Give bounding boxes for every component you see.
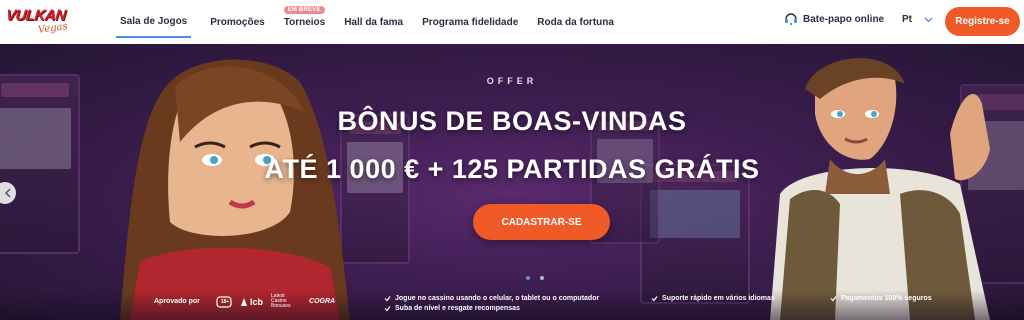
approved-by-label: Aprovado por: [154, 298, 200, 305]
check-icon: [830, 296, 837, 302]
nav-item-tournaments[interactable]: EM BREVE Torneios: [283, 0, 326, 44]
partner-logo-18plus: 18+: [216, 295, 232, 308]
language-selector[interactable]: Pt: [902, 14, 933, 25]
feature-item: Suba de nível e resgate recompensas: [384, 305, 520, 312]
nav-item-label: Roda da fortuna: [537, 16, 614, 28]
coming-soon-badge: EM BREVE: [283, 6, 325, 14]
partner-logo-latest-casino-bonuses: Latest Casino Bonuses: [271, 293, 291, 309]
main-nav: Sala de Jogos Promoções EM BREVE Torneio…: [116, 0, 633, 44]
partner-logo-cogra: COGRA: [309, 298, 336, 305]
nav-item-label: Torneios: [283, 16, 326, 28]
signup-cta-button[interactable]: CADASTRAR-SE: [473, 204, 610, 240]
carousel-dots: [526, 276, 554, 280]
language-value: Pt: [902, 14, 912, 25]
register-button[interactable]: Registre-se: [945, 7, 1020, 36]
feature-text: Pagamentos 100% seguros: [841, 295, 932, 302]
feature-item: Jogue no cassino usando o celular, o tab…: [384, 295, 599, 302]
feature-item: Pagamentos 100% seguros: [830, 295, 932, 302]
online-chat-label: Bate-papo online: [803, 13, 885, 25]
hero-banner: OFFER BÔNUS DE BOAS-VINDAS ATÉ 1 000 € +…: [0, 44, 1024, 320]
check-icon: [384, 296, 391, 302]
check-icon: [384, 306, 391, 312]
partner-logo-lcb: lcb: [240, 297, 263, 307]
online-chat-link[interactable]: Bate-papo online: [784, 12, 884, 26]
nav-item-hall-of-fame[interactable]: Hall da fama: [344, 0, 403, 44]
check-icon: [651, 296, 658, 302]
signup-cta-label: CADASTRAR-SE: [501, 216, 582, 228]
hero-headline-line2: ATÉ 1 000 € + 125 PARTIDAS GRÁTIS: [264, 154, 760, 184]
nav-item-wheel-of-fortune[interactable]: Roda da fortuna: [537, 0, 614, 44]
register-button-label: Registre-se: [955, 16, 1010, 27]
arrow-left-icon: [4, 188, 11, 198]
nav-item-label: Programa fidelidade: [422, 16, 519, 28]
carousel-dot[interactable]: [526, 276, 530, 280]
nav-item-label: Promoções: [210, 16, 265, 28]
offer-eyebrow: OFFER: [486, 76, 538, 86]
nav-item-promotions[interactable]: Promoções: [210, 0, 264, 44]
hero-headline-line1: BÔNUS DE BOAS-VINDAS: [337, 106, 687, 136]
feature-text: Suba de nível e resgate recompensas: [395, 305, 520, 312]
man-character-illustration: [770, 58, 990, 320]
chevron-down-icon: [924, 17, 933, 22]
feature-item: Suporte rápido em vários idiomas: [651, 295, 775, 302]
lcb-logo-icon: [241, 297, 247, 306]
headset-chat-icon: [785, 13, 797, 26]
woman-character-illustration: [120, 59, 350, 320]
nav-item-label: Sala de Jogos: [120, 15, 188, 27]
nav-item-label: Hall da fama: [344, 16, 404, 28]
partner-logos: 18+ lcb Latest Casino Bonuses COGRA: [216, 294, 343, 309]
site-logo[interactable]: VULKAN Vegas: [5, 6, 80, 38]
nav-item-game-room[interactable]: Sala de Jogos: [116, 6, 192, 38]
nav-item-loyalty-program[interactable]: Programa fidelidade: [422, 0, 518, 44]
feature-text: Suporte rápido em vários idiomas: [662, 295, 775, 302]
top-header: VULKAN Vegas Sala de Jogos Promoções EM …: [0, 0, 1024, 44]
feature-text: Jogue no cassino usando o celular, o tab…: [395, 295, 600, 302]
carousel-dot[interactable]: [540, 276, 544, 280]
